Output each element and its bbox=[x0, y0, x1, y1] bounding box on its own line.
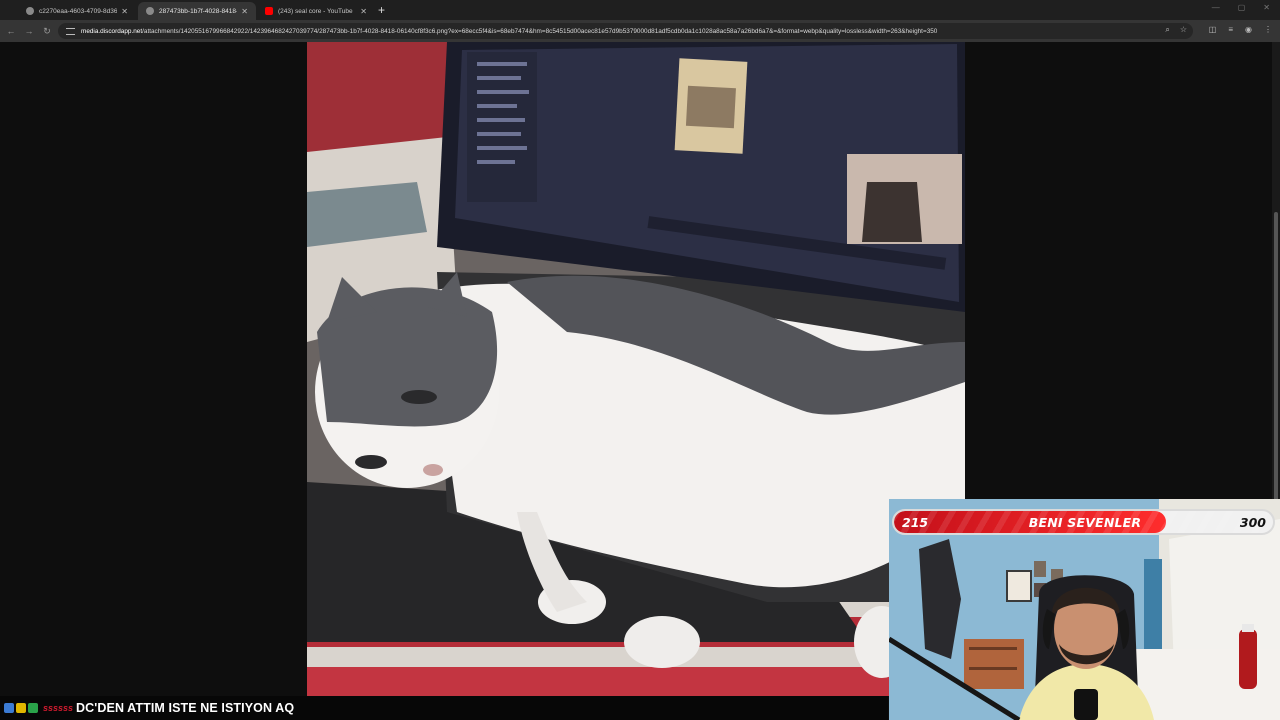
browser-tab[interactable]: (243) seal core - YouTube ✕ bbox=[257, 2, 375, 20]
bookmark-star-icon[interactable]: ☆ bbox=[1180, 25, 1187, 35]
address-bar[interactable]: media.discordapp.net/attachments/1420551… bbox=[58, 23, 1193, 39]
globe-icon bbox=[146, 7, 154, 15]
close-icon[interactable]: ✕ bbox=[117, 7, 128, 16]
tab-title: c2270eaa-4603-4709-8d36-03f bbox=[39, 7, 118, 15]
close-icon[interactable]: ✕ bbox=[237, 7, 248, 16]
url-path: /attachments/1420551679966842922/1423964… bbox=[142, 27, 938, 35]
emote-icon bbox=[4, 703, 14, 713]
close-window-icon[interactable]: ✕ bbox=[1263, 3, 1270, 12]
maximize-icon[interactable]: ▢ bbox=[1238, 3, 1246, 12]
chat-ticker: ssssss DC'DEN ATTIM ISTE NE ISTIYON AQ bbox=[0, 696, 888, 720]
emote-icon bbox=[28, 703, 38, 713]
media-icon[interactable]: ≡ bbox=[1228, 25, 1233, 34]
window-controls: — ▢ ✕ bbox=[1212, 3, 1270, 12]
menu-icon[interactable]: ⋮ bbox=[1264, 25, 1272, 34]
close-icon[interactable]: ✕ bbox=[356, 7, 367, 16]
url-host: media.discordapp.net bbox=[81, 27, 143, 35]
youtube-icon bbox=[265, 7, 273, 15]
reload-icon[interactable]: ↻ bbox=[38, 26, 56, 37]
globe-icon bbox=[26, 7, 34, 15]
profile-icon[interactable]: ◉ bbox=[1245, 25, 1252, 34]
browser-toolbar: ← → ↻ media.discordapp.net/attachments/1… bbox=[0, 20, 1280, 42]
browser-tab-active[interactable]: 287473bb-1b7f-4028-8418-06 ✕ bbox=[138, 2, 256, 20]
tab-title: 287473bb-1b7f-4028-8418-06 bbox=[159, 7, 238, 15]
zoom-icon[interactable]: ⌕ bbox=[1165, 25, 1169, 35]
url-text: media.discordapp.net/attachments/1420551… bbox=[81, 28, 1161, 35]
chat-message: DC'DEN ATTIM ISTE NE ISTIYON AQ bbox=[76, 701, 295, 715]
back-icon[interactable]: ← bbox=[2, 26, 20, 36]
cat-photo bbox=[307, 42, 965, 696]
tab-title: (243) seal core - YouTube bbox=[278, 7, 353, 15]
omnibox-icons: ⌕ ☆ bbox=[1165, 25, 1187, 35]
browser-tab[interactable]: c2270eaa-4603-4709-8d36-03f ✕ bbox=[18, 2, 136, 20]
minimize-icon[interactable]: — bbox=[1212, 3, 1220, 12]
screen: c2270eaa-4603-4709-8d36-03f ✕ 287473bb-1… bbox=[0, 0, 1280, 720]
page-viewport: ssssss DC'DEN ATTIM ISTE NE ISTIYON AQ 2… bbox=[0, 42, 1280, 720]
forward-icon[interactable]: → bbox=[20, 26, 38, 36]
toolbar-actions: ◫ ≡ ◉ ⋮ bbox=[1209, 25, 1272, 34]
follower-goal-bar: 215 BENI SEVENLER 300 bbox=[892, 509, 1275, 535]
emote-icon bbox=[16, 703, 26, 713]
new-tab-button[interactable]: + bbox=[378, 3, 385, 17]
follower-goal-label: BENI SEVENLER bbox=[1028, 515, 1142, 530]
chat-username: ssssss bbox=[43, 703, 74, 713]
tab-strip: c2270eaa-4603-4709-8d36-03f ✕ 287473bb-1… bbox=[0, 0, 1280, 20]
follower-goal-target: 300 bbox=[1239, 515, 1266, 530]
site-info-icon[interactable] bbox=[66, 27, 75, 35]
extensions-icon[interactable]: ◫ bbox=[1209, 25, 1217, 34]
